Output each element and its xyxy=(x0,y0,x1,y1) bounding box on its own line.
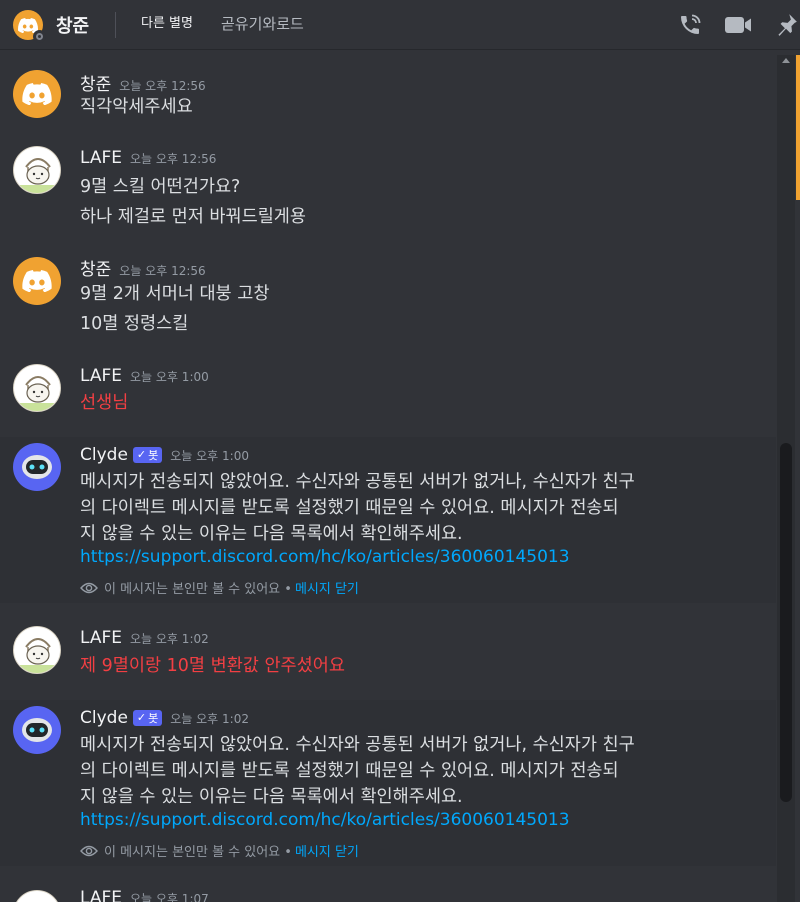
ephemeral-note: 이 메시지는 본인만 볼 수 있어요 • xyxy=(104,582,292,597)
ephemeral-notice: 이 메시지는 본인만 볼 수 있어요 • 메시지 닫기 xyxy=(80,841,359,860)
ephemeral-note: 이 메시지는 본인만 볼 수 있어요 • xyxy=(104,845,292,860)
lafe-character-icon xyxy=(18,376,58,411)
header-avatar[interactable] xyxy=(13,10,46,43)
message-text: 메시지가 전송되지 않았어요. 수신자와 공통된 서버가 없거나, 수신자가 친… xyxy=(80,472,635,492)
header-divider xyxy=(115,12,116,38)
message-author[interactable]: LAFE xyxy=(80,888,122,902)
message-text: 메시지가 전송되지 않았어요. 수신자와 공통된 서버가 없거나, 수신자가 친… xyxy=(80,735,635,755)
video-icon[interactable] xyxy=(724,12,752,38)
clyde-message-item[interactable]: Clyde ✓ 봇 오늘 오후 1:02 메시지가 전송되지 않았어요. 수신자와… xyxy=(0,700,776,866)
call-icon[interactable] xyxy=(676,12,704,38)
message-author[interactable]: 창준 xyxy=(80,255,111,280)
message-item[interactable]: 창준 오늘 오후 12:56 9멸 2개 서머너 대붕 고창 10멸 정령스킬 xyxy=(0,249,776,344)
message-timestamp: 오늘 오후 1:02 xyxy=(170,712,249,726)
message-text: 지 않을 수 있는 이유는 다음 목록에서 확인해주세요. xyxy=(80,787,463,807)
support-link[interactable]: https://support.discord.com/hc/ko/articl… xyxy=(80,547,570,567)
message-item[interactable]: LAFE 오늘 오후 1:07 xyxy=(0,884,776,902)
user-avatar[interactable] xyxy=(13,257,61,305)
message-text: 의 다이렉트 메시지를 받도록 설정했기 때문일 수 있어요. 메시지가 전송되 xyxy=(80,498,619,518)
bot-tag: ✓ 봇 xyxy=(132,446,163,463)
clyde-avatar[interactable] xyxy=(13,706,61,754)
message-text: 직각악세주세요 xyxy=(80,97,193,117)
message-timestamp: 오늘 오후 12:56 xyxy=(119,264,206,278)
dismiss-message-link[interactable]: 메시지 닫기 xyxy=(295,841,359,860)
user-avatar[interactable] xyxy=(13,146,61,194)
message-author[interactable]: LAFE xyxy=(80,148,122,168)
clyde-message-item[interactable]: Clyde ✓ 봇 오늘 오후 1:00 메시지가 전송되지 않았어요. 수신자와… xyxy=(0,437,776,603)
message-text: 10멸 정령스킬 xyxy=(80,314,189,334)
message-timestamp: 오늘 오후 12:56 xyxy=(119,79,206,93)
discord-logo-icon xyxy=(22,270,52,292)
verified-check-icon: ✓ xyxy=(136,448,147,461)
scrollbar-thumb[interactable] xyxy=(780,443,792,802)
bot-tag: ✓ 봇 xyxy=(132,709,163,726)
support-link[interactable]: https://support.discord.com/hc/ko/articl… xyxy=(80,810,570,830)
dismiss-message-link[interactable]: 메시지 닫기 xyxy=(295,578,359,597)
user-avatar[interactable] xyxy=(13,364,61,412)
clyde-robot-icon xyxy=(22,718,52,742)
message-author[interactable]: 창준 xyxy=(80,70,111,95)
message-item[interactable]: LAFE 오늘 오후 1:02 제 9멸이랑 10멸 변환값 안주셨어요 xyxy=(0,620,776,692)
message-text: 9멸 스킬 어떤건가요? xyxy=(80,177,241,197)
ephemeral-notice: 이 메시지는 본인만 볼 수 있어요 • 메시지 닫기 xyxy=(80,578,359,597)
message-text: 의 다이렉트 메시지를 받도록 설정했기 때문일 수 있어요. 메시지가 전송되 xyxy=(80,761,619,781)
message-author[interactable]: LAFE xyxy=(80,366,122,386)
side-accent-bar xyxy=(796,55,800,200)
message-text: 9멸 2개 서머너 대붕 고창 xyxy=(80,284,270,304)
message-timestamp: 오늘 오후 1:00 xyxy=(130,370,209,384)
user-avatar[interactable] xyxy=(13,890,61,902)
pin-icon[interactable] xyxy=(772,12,800,38)
nickname-label: 다른 별명 xyxy=(135,13,197,35)
discord-logo-icon xyxy=(22,83,52,105)
message-item[interactable]: LAFE 오늘 오후 12:56 9멸 스킬 어떤건가요? 하나 제걸로 먼저 … xyxy=(0,140,776,235)
message-timestamp: 오늘 오후 12:56 xyxy=(130,152,217,166)
lafe-character-icon xyxy=(18,158,58,193)
offline-status-icon xyxy=(33,30,46,43)
message-text: 제 9멸이랑 10멸 변환값 안주셨어요 xyxy=(80,656,345,676)
message-text: 하나 제걸로 먼저 바꿔드릴게용 xyxy=(80,207,306,227)
clyde-avatar[interactable] xyxy=(13,443,61,491)
user-avatar[interactable] xyxy=(13,70,61,118)
user-avatar[interactable] xyxy=(13,626,61,674)
message-text: 지 않을 수 있는 이유는 다음 목록에서 확인해주세요. xyxy=(80,524,463,544)
dm-header: 창준 다른 별명 곧유기와로드 xyxy=(0,0,800,50)
header-username: 창준 xyxy=(56,16,90,37)
scroll-up-arrow-icon[interactable] xyxy=(782,58,790,63)
header-nickname: 곧유기와로드 xyxy=(221,15,304,33)
clyde-robot-icon xyxy=(22,455,52,479)
message-author[interactable]: LAFE xyxy=(80,628,122,648)
verified-check-icon: ✓ xyxy=(136,711,147,724)
message-timestamp: 오늘 오후 1:07 xyxy=(130,892,209,902)
message-author[interactable]: Clyde xyxy=(80,708,128,728)
eye-icon xyxy=(80,582,98,593)
message-timestamp: 오늘 오후 1:02 xyxy=(130,632,209,646)
message-text: 선생님 xyxy=(80,393,129,413)
message-item[interactable]: 창준 오늘 오후 12:56 직각악세주세요 xyxy=(0,62,776,132)
message-author[interactable]: Clyde xyxy=(80,445,128,465)
lafe-character-icon xyxy=(18,638,58,673)
eye-icon xyxy=(80,845,98,856)
message-timestamp: 오늘 오후 1:00 xyxy=(170,449,249,463)
message-item[interactable]: LAFE 오늘 오후 1:00 선생님 xyxy=(0,358,776,430)
